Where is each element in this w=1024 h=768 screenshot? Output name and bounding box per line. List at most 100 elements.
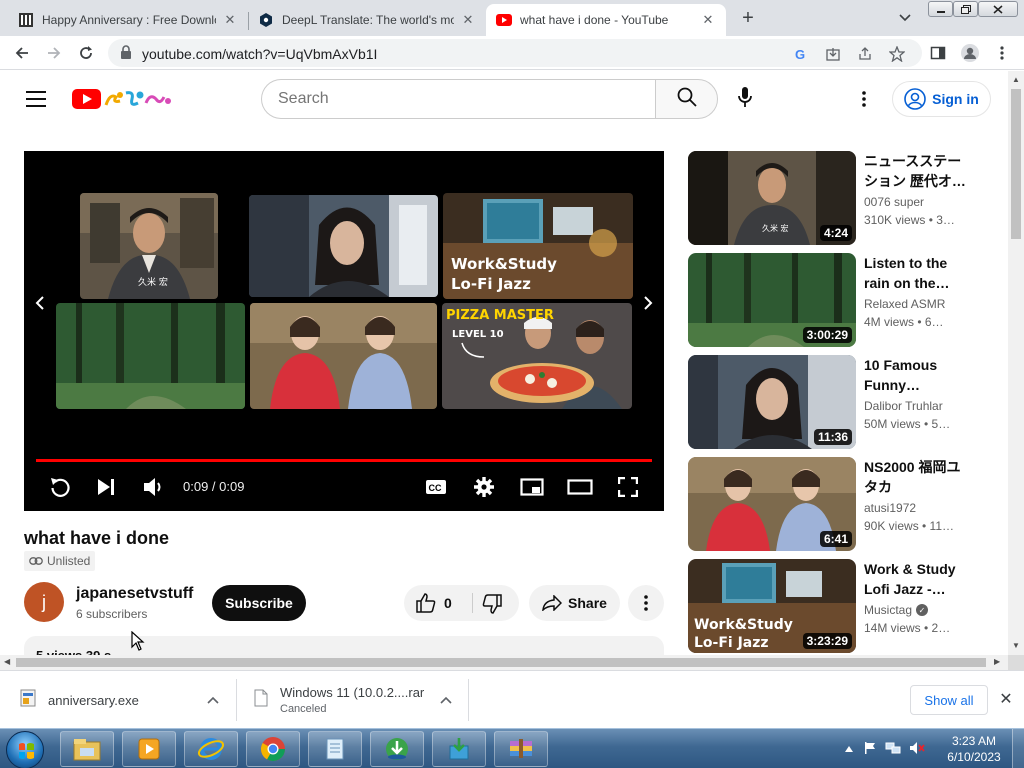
scroll-down-arrow-icon[interactable]: ▼ — [1012, 641, 1020, 650]
forward-icon[interactable] — [42, 41, 66, 65]
miniplayer-button[interactable] — [518, 473, 546, 501]
tab-search-chevron-icon[interactable] — [896, 9, 914, 27]
chrome-taskbar-icon[interactable] — [246, 731, 300, 767]
video-thumbnail[interactable]: 6:41 — [688, 457, 856, 551]
download-options-chevron-icon[interactable] — [437, 691, 455, 709]
video-title[interactable]: 10 Famous Funny… — [864, 355, 968, 395]
download-options-chevron-icon[interactable] — [204, 691, 222, 709]
back-icon[interactable] — [10, 41, 34, 65]
endscreen-video-pizza[interactable]: PIZZA MASTER LEVEL 10 — [442, 303, 632, 409]
show-desktop-button[interactable] — [1012, 729, 1024, 768]
channel-avatar[interactable]: j — [24, 582, 64, 622]
endscreen-prev-arrow-icon[interactable] — [28, 291, 52, 315]
video-title[interactable]: NS2000 福岡ユタカ — [864, 457, 968, 497]
lock-icon[interactable] — [120, 45, 134, 61]
explorer-taskbar-icon[interactable] — [60, 731, 114, 767]
channel-name[interactable]: japanesetvstuff — [76, 585, 193, 603]
reload-icon[interactable] — [74, 41, 98, 65]
recommended-video[interactable]: 久米 宏 4:24 ニュースステーション 歴代オ… 0076 super 310… — [688, 151, 988, 245]
close-tab-icon[interactable]: ✕ — [222, 12, 238, 28]
endscreen-video-lofi[interactable]: Work&Study Lo-Fi Jazz — [443, 193, 633, 299]
show-hidden-icons-icon[interactable] — [845, 743, 853, 755]
voice-search-button[interactable] — [729, 83, 761, 115]
download-manager-taskbar-icon[interactable] — [370, 731, 424, 767]
more-actions-button[interactable] — [628, 585, 664, 621]
taskbar-clock[interactable]: 3:23 AM 6/10/2023 — [942, 733, 1006, 765]
video-thumbnail[interactable]: 久米 宏 4:24 — [688, 151, 856, 245]
channel-name[interactable]: Dalibor Truhlar — [864, 399, 943, 413]
tab-youtube[interactable]: what have i done - YouTube ✕ — [486, 4, 726, 36]
channel-name[interactable]: Musictag ✓ — [864, 603, 929, 617]
bookmark-star-icon[interactable] — [888, 45, 906, 63]
tab-happy-anniversary[interactable]: Happy Anniversary : Free Downlo ✕ — [8, 4, 248, 36]
internet-explorer-taskbar-icon[interactable] — [184, 731, 238, 767]
media-player-taskbar-icon[interactable] — [122, 731, 176, 767]
video-title[interactable]: Listen to the rain on the… — [864, 253, 968, 293]
chrome-menu-icon[interactable] — [990, 41, 1014, 65]
notepad-taskbar-icon[interactable] — [308, 731, 362, 767]
channel-name[interactable]: atusi1972 — [864, 501, 916, 515]
video-thumbnail[interactable]: Work&Study Lo-Fi Jazz 3:23:29 — [688, 559, 856, 653]
address-bar[interactable]: youtube.com/watch?v=UqVbmAxVb1I G — [108, 39, 922, 67]
close-tab-icon[interactable]: ✕ — [460, 12, 476, 28]
scroll-right-arrow-icon[interactable]: ▶ — [994, 657, 1000, 666]
endscreen-video-women[interactable] — [250, 303, 437, 409]
network-icon[interactable] — [885, 741, 901, 758]
action-center-flag-icon[interactable] — [863, 741, 877, 758]
video-thumbnail[interactable]: 3:00:29 — [688, 253, 856, 347]
side-panel-icon[interactable] — [926, 41, 950, 65]
video-title[interactable]: Work & Study Lofi Jazz -… — [864, 559, 968, 599]
installer-taskbar-icon[interactable] — [432, 731, 486, 767]
settings-kebab-icon[interactable] — [852, 87, 876, 111]
show-all-downloads-button[interactable]: Show all — [910, 685, 988, 715]
channel-name[interactable]: Relaxed ASMR — [864, 297, 945, 311]
start-button[interactable] — [6, 731, 44, 768]
scroll-left-arrow-icon[interactable]: ◀ — [4, 657, 10, 666]
description-box[interactable]: 5 views 39 s — [24, 636, 664, 656]
recommended-video[interactable]: 6:41 NS2000 福岡ユタカ atusi1972 90K views • … — [688, 457, 988, 551]
volume-muted-icon[interactable] — [909, 741, 925, 758]
profile-avatar-icon[interactable] — [958, 41, 982, 65]
youtube-logo[interactable] — [72, 87, 176, 111]
subscribe-button[interactable]: Subscribe — [212, 585, 306, 621]
endscreen-video-car[interactable] — [249, 195, 438, 297]
restore-button[interactable] — [953, 1, 978, 17]
like-icon[interactable] — [416, 593, 436, 618]
endscreen-video-anchor[interactable]: 久米 宏 — [80, 193, 218, 299]
captions-button[interactable]: CC — [422, 473, 450, 501]
search-input[interactable]: Search — [261, 79, 655, 119]
close-downloads-icon[interactable]: ✕ — [996, 689, 1016, 709]
recommended-video[interactable]: Work&Study Lo-Fi Jazz 3:23:29 Work & Stu… — [688, 559, 988, 653]
settings-gear-icon[interactable] — [470, 473, 498, 501]
horizontal-scrollbar[interactable]: ◀ ▶ — [0, 655, 1008, 670]
download-item[interactable]: anniversary.exe — [20, 671, 139, 729]
sign-in-button[interactable]: Sign in — [892, 81, 991, 117]
vertical-scroll-thumb[interactable] — [1011, 89, 1021, 239]
google-icon[interactable]: G — [792, 45, 810, 63]
scroll-up-arrow-icon[interactable]: ▲ — [1012, 75, 1020, 84]
vertical-scrollbar[interactable]: ▲ ▼ — [1008, 71, 1024, 655]
recommended-video[interactable]: 11:36 10 Famous Funny… Dalibor Truhlar 5… — [688, 355, 988, 449]
endscreen-next-arrow-icon[interactable] — [636, 291, 660, 315]
share-button[interactable]: Share — [529, 585, 620, 621]
endscreen-video-forest[interactable] — [56, 303, 245, 409]
new-tab-button[interactable]: + — [737, 7, 759, 29]
channel-name[interactable]: 0076 super — [864, 195, 924, 209]
horizontal-scroll-thumb[interactable] — [16, 658, 986, 667]
menu-hamburger-icon[interactable] — [26, 91, 46, 107]
close-window-button[interactable] — [978, 1, 1018, 17]
dislike-icon[interactable] — [482, 594, 502, 619]
download-item[interactable]: Windows 11 (10.0.2....rar Canceled — [254, 671, 424, 729]
progress-bar[interactable] — [36, 459, 652, 462]
install-app-icon[interactable] — [824, 45, 842, 63]
video-player[interactable]: 久米 宏 Work&Study Lo-Fi Jazz PIZZA MASTER … — [24, 151, 664, 511]
minimize-button[interactable] — [928, 1, 953, 17]
fullscreen-button[interactable] — [614, 473, 642, 501]
volume-button[interactable] — [139, 473, 167, 501]
archive-taskbar-icon[interactable] — [494, 731, 548, 767]
close-tab-icon[interactable]: ✕ — [700, 12, 716, 28]
theater-mode-button[interactable] — [566, 473, 594, 501]
video-thumbnail[interactable]: 11:36 — [688, 355, 856, 449]
next-video-button[interactable] — [92, 473, 120, 501]
replay-button[interactable] — [46, 473, 74, 501]
